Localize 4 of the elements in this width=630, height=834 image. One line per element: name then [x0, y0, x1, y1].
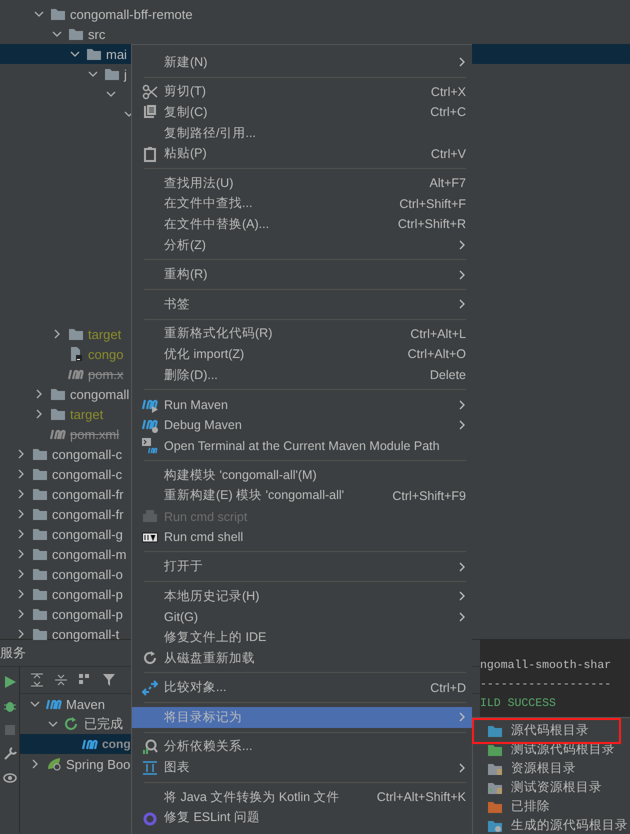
console-line: ILD SUCCESS: [480, 696, 557, 711]
panel-title: 服务: [0, 644, 26, 662]
console-line: ngomall-smooth-shar: [480, 658, 612, 673]
console-line: -------------------: [480, 677, 612, 692]
